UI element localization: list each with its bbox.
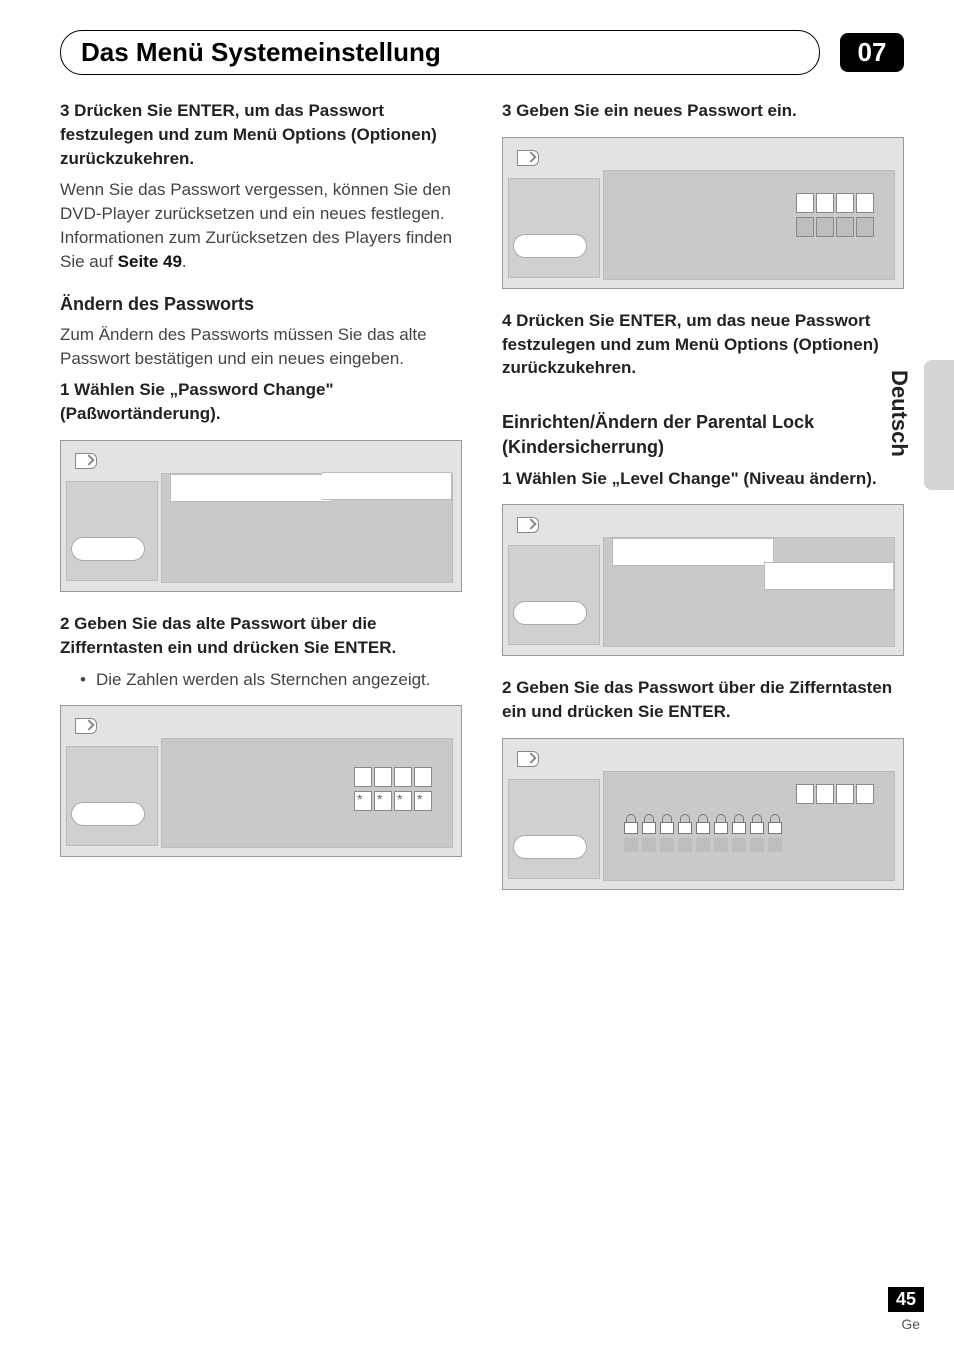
bullet-asterisks: • Die Zahlen werden als Sternchen angeze… bbox=[60, 668, 462, 692]
section-title: Das Menü Systemeinstellung bbox=[60, 30, 820, 75]
digit-input-row bbox=[796, 193, 874, 213]
panel-field bbox=[322, 472, 453, 500]
panel-button bbox=[513, 234, 587, 258]
panel-main-area bbox=[603, 170, 895, 280]
digit-input-row bbox=[796, 784, 874, 804]
language-side-tab bbox=[924, 360, 954, 490]
return-icon bbox=[75, 718, 97, 734]
panel-button bbox=[513, 835, 587, 859]
step-1-heading: 1 Wählen Sie „Password Change" (Paßwortä… bbox=[60, 378, 462, 426]
level-indicator-row bbox=[624, 838, 782, 852]
footer-language-code: Ge bbox=[901, 1316, 920, 1332]
lock-icon bbox=[642, 814, 656, 832]
right-column: 3 Geben Sie ein neues Passwort ein. 4 Dr… bbox=[502, 99, 904, 910]
content-columns: 3 Drücken Sie ENTER, um das Passwort fes… bbox=[60, 99, 904, 910]
return-icon bbox=[75, 453, 97, 469]
digit-grey-row bbox=[796, 217, 874, 237]
step-4-heading: 4 Drücken Sie ENTER, um das neue Passwor… bbox=[502, 309, 904, 380]
panel-sidebar bbox=[508, 545, 600, 645]
subheading-parental-lock: Einrichten/Ändern der Parental Lock (Kin… bbox=[502, 410, 904, 460]
left-column: 3 Drücken Sie ENTER, um das Passwort fes… bbox=[60, 99, 462, 910]
ui-screenshot-new-password bbox=[502, 137, 904, 289]
panel-sidebar bbox=[66, 746, 158, 846]
step-3-body: Wenn Sie das Passwort vergessen, können … bbox=[60, 178, 462, 273]
panel-button bbox=[513, 601, 587, 625]
step-3r-heading: 3 Geben Sie ein neues Passwort ein. bbox=[502, 99, 904, 123]
chapter-number-badge: 07 bbox=[840, 33, 904, 72]
panel-button bbox=[71, 537, 145, 561]
bullet-dot: • bbox=[80, 668, 86, 692]
panel-sidebar bbox=[508, 779, 600, 879]
page-header: Das Menü Systemeinstellung 07 bbox=[60, 30, 904, 75]
lock-icon bbox=[714, 814, 728, 832]
lock-icon bbox=[660, 814, 674, 832]
digit-mask-row: * * * * bbox=[354, 791, 432, 811]
panel-sidebar bbox=[508, 178, 600, 278]
digit-input-row bbox=[354, 767, 432, 787]
lock-icon bbox=[750, 814, 764, 832]
step-2-heading: 2 Geben Sie das alte Passwort über die Z… bbox=[60, 612, 462, 660]
change-password-body: Zum Ändern des Passworts müssen Sie das … bbox=[60, 323, 462, 371]
lock-icon bbox=[732, 814, 746, 832]
step-1r-heading: 1 Wählen Sie „Level Change" (Niveau ände… bbox=[502, 467, 904, 491]
ui-screenshot-level-change bbox=[502, 504, 904, 656]
panel-main-area: * * * * bbox=[161, 738, 453, 848]
panel-dropdown bbox=[612, 538, 774, 566]
return-icon bbox=[517, 751, 539, 767]
page-content: Das Menü Systemeinstellung 07 3 Drücken … bbox=[0, 0, 954, 910]
return-icon bbox=[517, 517, 539, 533]
panel-main-area bbox=[603, 537, 895, 647]
panel-dropdown bbox=[170, 474, 332, 502]
return-icon bbox=[517, 150, 539, 166]
panel-main-area bbox=[603, 771, 895, 881]
ui-screenshot-level-password bbox=[502, 738, 904, 890]
language-side-label: Deutsch bbox=[886, 370, 912, 457]
bullet-text: Die Zahlen werden als Sternchen angezeig… bbox=[96, 668, 431, 692]
lock-level-row bbox=[624, 814, 782, 832]
step-3-heading: 3 Drücken Sie ENTER, um das Passwort fes… bbox=[60, 99, 462, 170]
panel-main-area bbox=[161, 473, 453, 583]
lock-icon bbox=[678, 814, 692, 832]
lock-icon bbox=[624, 814, 638, 832]
panel-button bbox=[71, 802, 145, 826]
ui-screenshot-old-password: * * * * bbox=[60, 705, 462, 857]
page-number-badge: 45 bbox=[888, 1287, 924, 1312]
step-2r-heading: 2 Geben Sie das Passwort über die Ziffer… bbox=[502, 676, 904, 724]
panel-field bbox=[764, 562, 895, 590]
lock-icon bbox=[696, 814, 710, 832]
subheading-change-password: Ändern des Passworts bbox=[60, 292, 462, 317]
panel-sidebar bbox=[66, 481, 158, 581]
lock-icon bbox=[768, 814, 782, 832]
ui-screenshot-password-change bbox=[60, 440, 462, 592]
